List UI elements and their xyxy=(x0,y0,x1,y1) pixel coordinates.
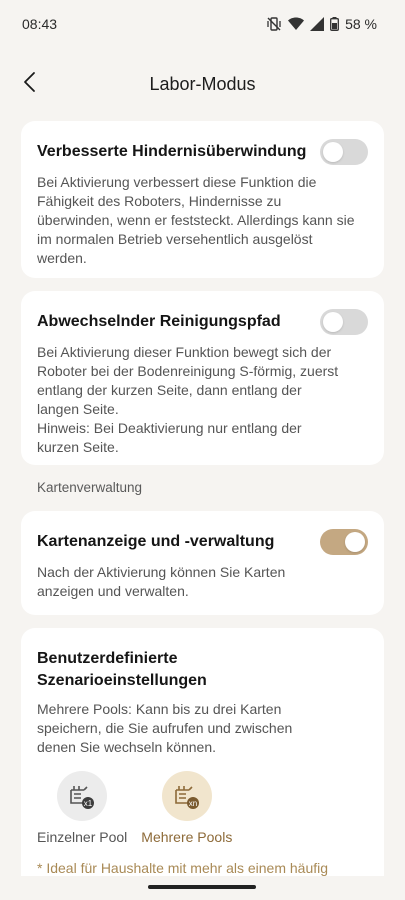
card-description: Nach der Aktivierung können Sie Karten a… xyxy=(37,564,286,599)
card-description: Bei Aktivierung dieser Funktion bewegt s… xyxy=(37,344,339,455)
signal-icon xyxy=(310,17,325,31)
header: Labor-Modus xyxy=(0,62,405,106)
status-icons: 58 % xyxy=(266,16,377,32)
obstacle-crossing-toggle[interactable] xyxy=(320,139,368,165)
home-gesture-handle[interactable] xyxy=(148,885,256,889)
battery-percent: 58 % xyxy=(345,16,377,32)
toggle-knob xyxy=(323,142,343,162)
pool-option-label: Einzelner Pool xyxy=(37,829,128,845)
card-obstacle-crossing: Verbesserte Hindernisüberwindung Bei Akt… xyxy=(21,121,384,278)
card-map-management: Kartenanzeige und -verwaltung Nach der A… xyxy=(21,511,384,615)
card-description: Mehrere Pools: Kann bis zu drei Karten s… xyxy=(37,701,293,755)
status-time: 08:43 xyxy=(22,16,58,32)
battery-icon xyxy=(330,17,340,31)
multiple-pools-badge: xn xyxy=(189,799,197,808)
card-title: Benutzerdefinierte Szenarioeinstellungen xyxy=(37,650,207,689)
back-button[interactable] xyxy=(14,68,46,100)
card-title: Kartenanzeige und -verwaltung xyxy=(37,533,275,550)
pool-option-multiple[interactable]: xn Mehrere Pools xyxy=(141,771,232,845)
multiple-pools-icon: xn xyxy=(161,771,212,821)
chevron-left-icon xyxy=(23,71,37,98)
toggle-knob xyxy=(323,312,343,332)
card-description: Bei Aktivierung verbessert diese Funktio… xyxy=(37,174,355,266)
card-alternating-path: Abwechselnder Reinigungspfad Bei Aktivie… xyxy=(21,291,384,465)
pool-option-label: Mehrere Pools xyxy=(141,829,233,845)
pool-option-single[interactable]: x1 Einzelner Pool xyxy=(37,771,127,845)
section-label-map-management: Kartenverwaltung xyxy=(37,480,143,495)
vibrate-off-icon xyxy=(266,16,282,32)
card-scenario-settings: Benutzerdefinierte Szenarioeinstellungen… xyxy=(21,628,384,895)
status-bar: 08:43 58 % xyxy=(0,0,405,48)
card-title: Verbesserte Hindernisüberwindung xyxy=(37,143,307,160)
pool-options: x1 Einzelner Pool xn Mehrere Pools xyxy=(37,771,368,845)
alternating-path-toggle[interactable] xyxy=(320,309,368,335)
page-title: Labor-Modus xyxy=(149,73,256,94)
single-pool-badge: x1 xyxy=(84,799,93,808)
navigation-bar xyxy=(0,876,405,900)
card-title: Abwechselnder Reinigungspfad xyxy=(37,313,281,330)
toggle-knob xyxy=(345,532,365,552)
map-management-toggle[interactable] xyxy=(320,529,368,555)
single-pool-icon: x1 xyxy=(57,771,108,821)
wifi-icon xyxy=(288,17,305,31)
